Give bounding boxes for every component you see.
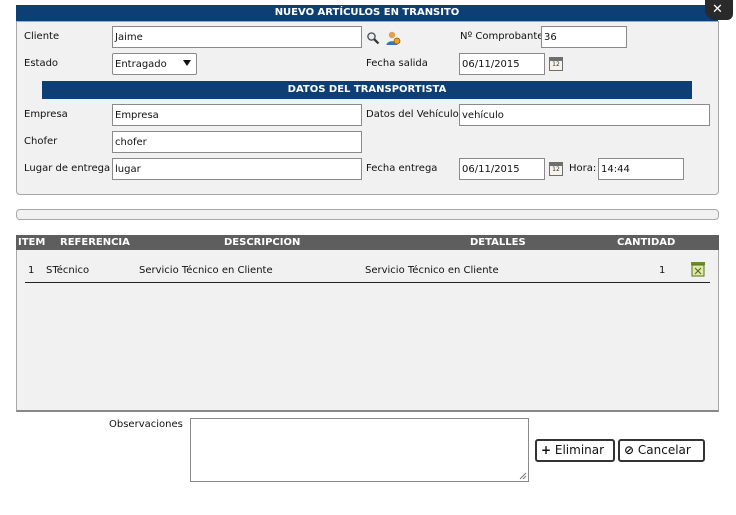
fecha-entrega-field[interactable]: 06/11/2015 [459, 158, 545, 180]
header-detalles: DETALLES [470, 237, 526, 248]
cancel-icon: ⊘ [624, 443, 635, 457]
header-descripcion: DESCRIPCION [224, 237, 301, 248]
row-referencia: STécnico [46, 265, 90, 276]
estado-selected-value: Entragado [115, 59, 167, 70]
row-detalles: Servicio Técnico en Cliente [365, 265, 499, 276]
delete-row-icon[interactable] [690, 261, 706, 277]
hora-field[interactable]: 14:44 [598, 158, 684, 180]
close-icon: ✕ [712, 2, 723, 17]
cancelar-button[interactable]: ⊘ Cancelar [618, 439, 705, 462]
chevron-down-icon [183, 60, 191, 66]
comprobante-field[interactable]: 36 [541, 26, 627, 48]
cancelar-label: Cancelar [637, 443, 691, 457]
estado-select[interactable]: Entragado [112, 53, 197, 75]
search-icon[interactable] [366, 31, 380, 45]
fecha-salida-label: Fecha salida [366, 58, 428, 69]
row-descripcion: Servicio Técnico en Cliente [139, 265, 273, 276]
lugar-field[interactable]: lugar [112, 158, 362, 180]
empresa-label: Empresa [24, 109, 68, 120]
observaciones-textarea[interactable] [190, 418, 529, 482]
vehiculo-field[interactable]: vehículo [459, 104, 710, 126]
resize-handle-icon[interactable] [519, 472, 527, 480]
fecha-entrega-label: Fecha entrega [366, 163, 438, 174]
plus-icon: + [541, 443, 552, 457]
eliminar-label: Eliminar [554, 443, 605, 457]
calendar-icon[interactable]: 12 [549, 57, 563, 71]
calendar-icon[interactable]: 12 [549, 162, 563, 176]
chofer-field[interactable]: chofer [112, 131, 362, 153]
cliente-label: Cliente [24, 31, 60, 42]
estado-label: Estado [24, 58, 59, 69]
transport-title: DATOS DEL TRANSPORTISTA [42, 81, 692, 99]
header-referencia: REFERENCIA [60, 237, 130, 248]
fecha-salida-field[interactable]: 06/11/2015 [459, 53, 545, 75]
close-button[interactable]: ✕ [705, 0, 733, 20]
chofer-label: Chofer [24, 136, 58, 147]
hora-label: Hora: [569, 163, 597, 174]
lugar-label: Lugar de entrega [24, 163, 111, 174]
row-item: 1 [28, 265, 35, 276]
observaciones-label: Observaciones [109, 419, 183, 430]
header-item: ITEM [18, 237, 46, 248]
empresa-field[interactable]: Empresa [112, 104, 362, 126]
header-cantidad: CANTIDAD [617, 237, 676, 248]
row-cantidad: 1 [659, 265, 666, 276]
vehiculo-label: Datos del Vehículo [366, 109, 459, 120]
comprobante-label: Nº Comprobante [460, 31, 544, 42]
cliente-field[interactable]: Jaime [112, 26, 362, 48]
user-icon[interactable] [385, 30, 401, 46]
section-divider [16, 209, 719, 220]
dialog-title: NUEVO ARTÍCULOS EN TRANSITO [16, 5, 718, 21]
eliminar-button[interactable]: + Eliminar [535, 439, 615, 462]
